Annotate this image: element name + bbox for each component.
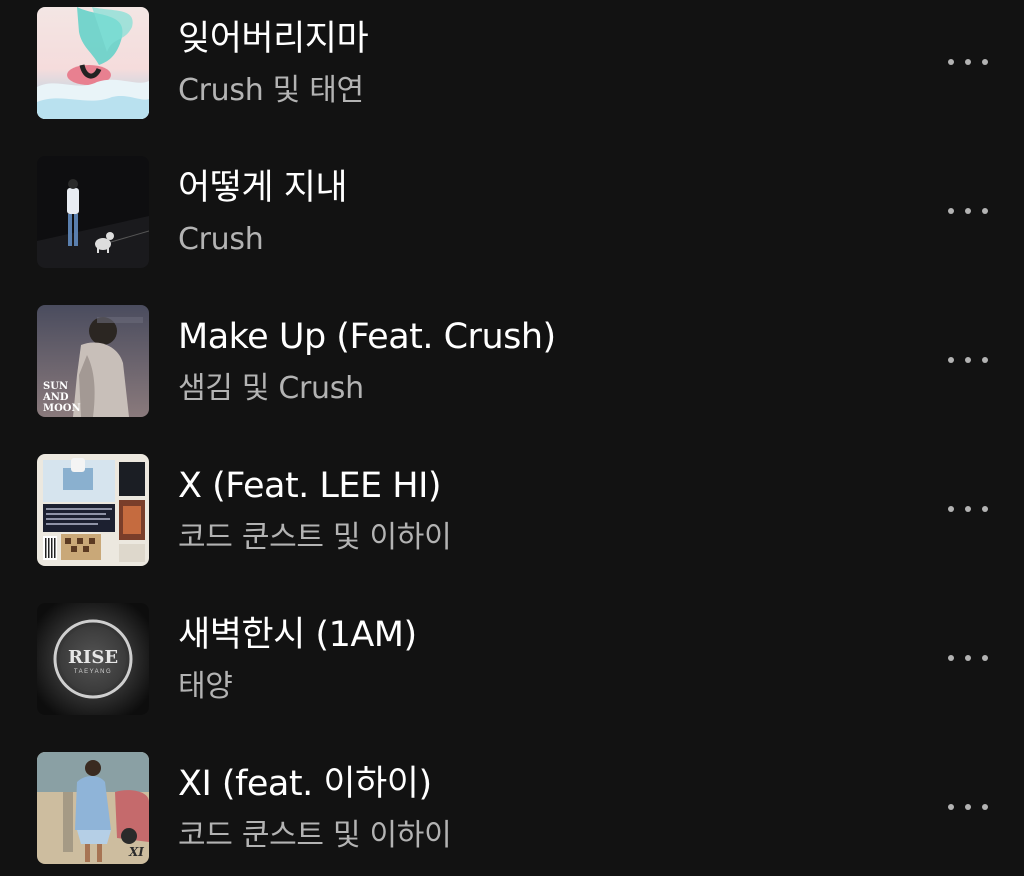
dot	[982, 506, 988, 512]
album-cover-clouds	[37, 7, 149, 119]
more-dots-icon[interactable]	[944, 345, 992, 375]
dot	[948, 59, 954, 65]
track-artist: 코드 쿤스트 및 이하이	[178, 520, 452, 555]
track-artist: Crush	[178, 222, 264, 257]
more-dots-icon[interactable]	[944, 643, 992, 673]
track-artist: 태양	[178, 669, 233, 704]
track-title: Make Up (Feat. Crush)	[178, 317, 556, 357]
dot	[982, 804, 988, 810]
track-row[interactable]: 잊어버리지마 Crush 및 태연	[0, 7, 1024, 119]
album-cover-street: XI	[37, 752, 149, 864]
dot	[948, 357, 954, 363]
album-cover-night-road	[37, 156, 149, 268]
dot	[982, 655, 988, 661]
dot	[982, 208, 988, 214]
track-title: 새벽한시 (1AM)	[178, 615, 417, 655]
more-dots-icon[interactable]	[944, 792, 992, 822]
dot	[948, 208, 954, 214]
dot	[965, 804, 971, 810]
dot	[948, 506, 954, 512]
album-cover-collage	[37, 454, 149, 566]
track-row[interactable]: XI XI (feat. 이하이) 코드 쿤스트 및 이하이	[0, 752, 1024, 864]
track-title: XI (feat. 이하이)	[178, 764, 432, 804]
track-title: 어떻게 지내	[178, 168, 348, 208]
track-row[interactable]: SUN AND MOON Make Up (Feat. Crush) 샘김 및 …	[0, 305, 1024, 417]
dot	[982, 357, 988, 363]
dot	[965, 506, 971, 512]
dot	[965, 655, 971, 661]
track-artist: 샘김 및 Crush	[178, 371, 364, 406]
more-dots-icon[interactable]	[944, 494, 992, 524]
dot	[965, 59, 971, 65]
track-row[interactable]: RISE TAEYANG 새벽한시 (1AM) 태양	[0, 603, 1024, 715]
track-title: X (Feat. LEE HI)	[178, 466, 442, 506]
cover-text-sun: SUN	[43, 381, 68, 392]
dot	[948, 655, 954, 661]
track-list: 잊어버리지마 Crush 및 태연 어떻게 지내 Crush SUN AND M…	[0, 0, 1024, 876]
cover-text-taeyang: TAEYANG	[74, 669, 112, 675]
dot	[965, 357, 971, 363]
album-cover-rise: RISE TAEYANG	[37, 603, 149, 715]
dot	[965, 208, 971, 214]
track-row[interactable]: X (Feat. LEE HI) 코드 쿤스트 및 이하이	[0, 454, 1024, 566]
cover-text-rise: RISE	[68, 647, 118, 668]
track-title: 잊어버리지마	[178, 19, 369, 59]
track-artist: Crush 및 태연	[178, 73, 364, 108]
track-row[interactable]: 어떻게 지내 Crush	[0, 156, 1024, 268]
dot	[948, 804, 954, 810]
album-cover-sun-and-moon: SUN AND MOON	[37, 305, 149, 417]
track-artist: 코드 쿤스트 및 이하이	[178, 818, 452, 853]
dot	[982, 59, 988, 65]
cover-text-and: AND	[42, 392, 69, 403]
cover-text-xi: XI	[128, 845, 144, 859]
more-dots-icon[interactable]	[944, 196, 992, 226]
more-dots-icon[interactable]	[944, 47, 992, 77]
cover-text-moon: MOON	[43, 403, 81, 414]
